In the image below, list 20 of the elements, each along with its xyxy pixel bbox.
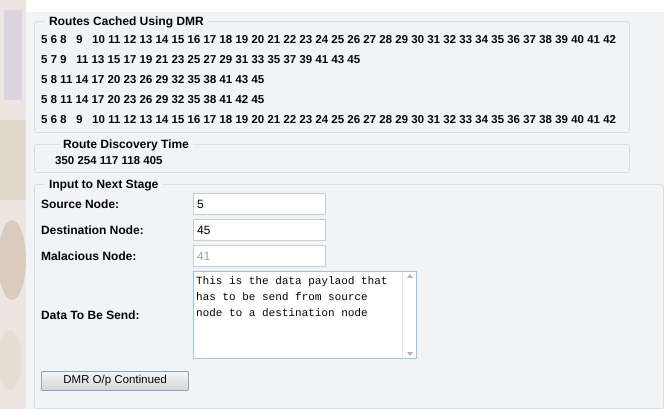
scrollbar[interactable]	[402, 272, 416, 358]
field-label: Malacious Node:	[41, 248, 138, 265]
discovery-time: 350 254 117 118 405	[55, 154, 164, 169]
input-field[interactable]: 45	[193, 219, 326, 241]
down-arrow-icon[interactable]	[406, 352, 412, 356]
field-label: Destination Node:	[41, 222, 145, 239]
section-title: Routes Cached Using DMR	[48, 13, 205, 30]
input-field[interactable]: 5	[193, 193, 326, 215]
section-title: Input to Next Stage	[48, 176, 160, 193]
route-row-text: 5 6 8 9 10 11 12 13 14 15 16 17 18 19 20 21 22 23 24 25 26 27 28 29 30 31 32 33 34 35 36 37 38 39 40 41 42	[41, 33, 616, 48]
route-row-text: 5 7 9 11 13 15 17 19 21 23 25 27 29 31 33 35 37 39 41 43 45	[41, 53, 360, 68]
route-row-text: 5 8 11 14 17 20 23 26 29 32 35 38 41 43 45	[41, 73, 264, 88]
up-arrow-icon[interactable]	[406, 274, 412, 278]
field-label: Data To Be Send:	[41, 307, 140, 324]
continue-button[interactable]: DMR O/p Continued	[41, 370, 189, 391]
route-row-text: 5 8 11 14 17 20 23 26 29 32 35 38 41 42 45	[41, 93, 264, 108]
route-row-text: 5 6 8 9 10 11 12 13 14 15 16 17 18 19 20 21 22 23 24 25 26 27 28 29 30 31 32 33 34 35 36 37 38 39 40 41 42	[41, 113, 616, 128]
text-area[interactable]: This is the data paylaod that has to be send from source node to a destination node	[193, 271, 417, 359]
section-title: Route Discovery Time	[62, 136, 190, 153]
field-label: Source Node:	[41, 196, 120, 213]
